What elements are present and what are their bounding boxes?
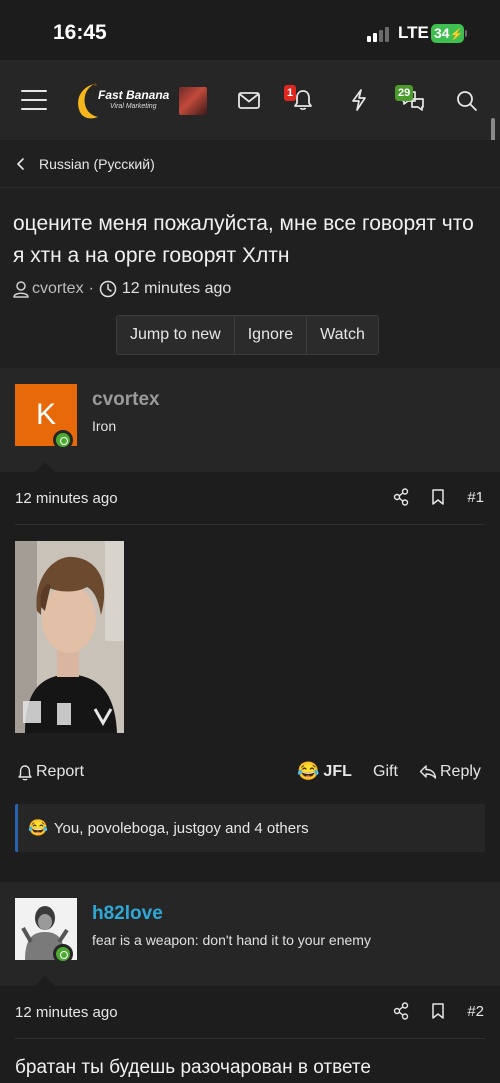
network-label: LTE (398, 23, 429, 42)
user-avatar[interactable] (179, 87, 207, 115)
report-label: Report (36, 763, 85, 780)
laughing-crying-emoji-icon: 😂 (297, 761, 320, 781)
bookmark-icon[interactable] (431, 1002, 445, 1020)
gift-button[interactable]: Gift (373, 763, 398, 781)
post-username[interactable]: h82love (92, 903, 163, 925)
alerts-badge: 1 (284, 85, 297, 101)
post-number[interactable]: #1 (467, 489, 484, 506)
post-image[interactable] (15, 541, 124, 733)
post-user-title: fear is a weapon: don't hand it to your … (92, 932, 371, 948)
ignore-button[interactable]: Ignore (234, 316, 308, 354)
person-photo (15, 541, 124, 733)
post-user-card: K cvortex Iron (0, 368, 500, 472)
post-action-bar: Report 😂 JFL Gift Reply (0, 760, 500, 786)
post-tools: #1 (393, 488, 484, 506)
inbox-button[interactable] (236, 88, 262, 112)
bolt-icon (352, 89, 366, 111)
user-icon (13, 281, 29, 298)
battery-tip (465, 30, 467, 37)
laughing-crying-emoji-icon: 😂 (28, 820, 48, 837)
post-tools: #2 (393, 1002, 484, 1020)
post-user-title: Iron (92, 418, 117, 434)
search-button[interactable] (454, 88, 480, 114)
battery-level: 34 (434, 25, 450, 41)
breadcrumb-label[interactable]: Russian (Русский) (39, 156, 155, 172)
reactions-list[interactable]: You, povoleboga, justgoy and 4 others (54, 820, 309, 837)
post-number[interactable]: #2 (467, 1003, 484, 1020)
post-divider (15, 524, 485, 525)
avatar-letter: K (35, 398, 56, 431)
thread-header: оцените меня пожалуйста, мне все говорят… (0, 188, 500, 368)
jump-to-new-button[interactable]: Jump to new (117, 316, 235, 354)
logo-subtitle: Viral Marketing (110, 103, 157, 110)
battery-icon: 34⚡ (431, 24, 464, 43)
menu-icon (21, 90, 47, 92)
post-time[interactable]: 12 minutes ago (15, 490, 118, 507)
thread-title: оцените меня пожалуйста, мне все говорят… (13, 212, 474, 267)
share-icon[interactable] (393, 488, 409, 506)
menu-button[interactable] (18, 84, 50, 116)
menu-icon-line (21, 99, 47, 101)
status-time: 16:45 (53, 21, 107, 44)
signal-icon (367, 26, 391, 42)
meta-separator: · (88, 280, 94, 297)
reply-button[interactable]: Reply (419, 763, 481, 781)
bookmark-icon[interactable] (431, 488, 445, 506)
online-status-icon (53, 430, 73, 450)
envelope-icon (238, 91, 260, 109)
reaction-button[interactable]: 😂 JFL (297, 761, 352, 782)
status-bar: 16:45 LTE 34⚡ (0, 0, 500, 60)
reply-arrow-icon (419, 765, 437, 779)
reply-label: Reply (440, 763, 481, 780)
post-time[interactable]: 12 minutes ago (15, 1004, 118, 1021)
thread-author[interactable]: cvortex (32, 280, 84, 298)
reactions-text-row: 😂 You, povoleboga, justgoy and 4 others (28, 818, 309, 838)
post-divider (15, 1038, 485, 1039)
share-icon[interactable] (393, 1002, 409, 1020)
chevron-left-icon (17, 158, 24, 170)
post-username[interactable]: cvortex (92, 389, 160, 411)
site-logo[interactable]: Fast Banana Viral Marketing (72, 82, 172, 120)
clock-icon (99, 280, 117, 298)
whats-new-button[interactable] (346, 87, 372, 113)
report-button[interactable]: Report (17, 763, 84, 781)
menu-icon-line (21, 108, 47, 110)
thread-meta: cvortex · 12 minutes ago (12, 280, 231, 298)
post-arrow (35, 462, 55, 472)
reaction-label: JFL (323, 762, 352, 780)
post-user-card: h82love fear is a weapon: don't hand it … (0, 882, 500, 986)
bell-icon (18, 764, 32, 780)
post-content: братан ты будешь разочарован в ответе (15, 1057, 371, 1078)
post-arrow (35, 976, 55, 986)
logo-text: Fast Banana (98, 88, 170, 102)
conversations-badge: 29 (395, 85, 414, 101)
thread-time: 12 minutes ago (121, 280, 232, 297)
online-status-icon (53, 944, 73, 964)
search-icon (457, 91, 477, 111)
reactions-summary[interactable]: 😂 You, povoleboga, justgoy and 4 others (15, 804, 485, 852)
breadcrumb[interactable]: Russian (Русский) (0, 140, 500, 188)
top-nav: Fast Banana Viral Marketing 1 29 (0, 60, 500, 140)
watch-button[interactable]: Watch (307, 316, 378, 354)
thread-actions: Jump to new Ignore Watch (116, 315, 379, 355)
